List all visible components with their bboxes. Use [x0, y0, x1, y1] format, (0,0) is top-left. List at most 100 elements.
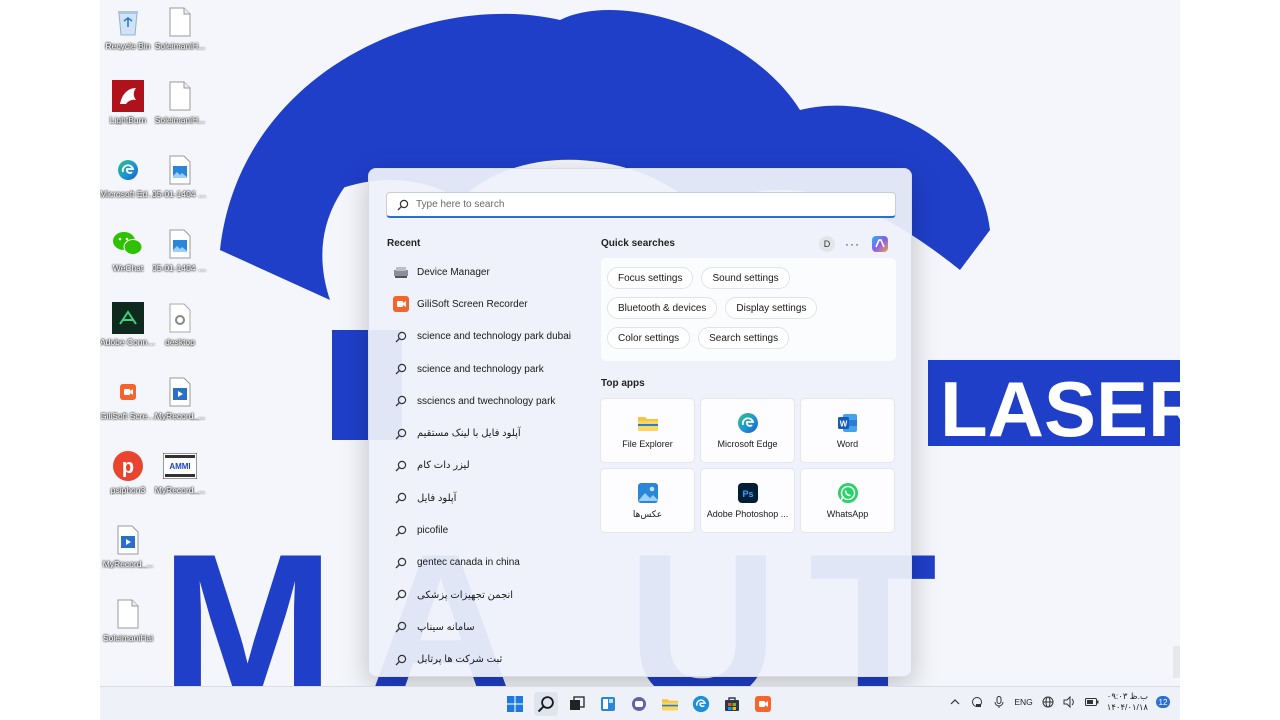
desktop-icon[interactable]: GiliSoft Screen ... [100, 375, 156, 421]
top-app-tile[interactable]: Ps Adobe Photoshop ... [700, 468, 795, 533]
psiphon-icon: p [111, 449, 145, 483]
top-app-label: Microsoft Edge [717, 439, 778, 449]
recent-item-label: science and technology park [417, 363, 544, 375]
taskbar-search-button[interactable] [534, 692, 558, 716]
desktop-icon[interactable]: AMMI MyRecord_... [152, 449, 208, 495]
task-view-icon [569, 696, 585, 712]
desktop-icon[interactable]: Microsoft Edge [100, 153, 156, 199]
desktop-icon[interactable]: SoleimaniH... [152, 79, 208, 125]
desktop-icon[interactable]: Adobe Connect [100, 301, 156, 347]
desktop-icon[interactable]: WeChat [100, 227, 156, 273]
taskbar-file-explorer-button[interactable] [658, 692, 682, 716]
recent-item-label: picofile [417, 525, 449, 537]
clock[interactable]: ۰۹:۰۳ ب.ظ ۱۴۰۴/۰۱/۱۸ [1107, 691, 1148, 713]
taskbar-edge-button[interactable] [689, 692, 713, 716]
quick-search-chip[interactable]: Bluetooth & devices [607, 297, 718, 319]
top-app-label: File Explorer [622, 439, 673, 449]
top-app-tile[interactable]: WhatsApp [800, 468, 895, 533]
language-indicator[interactable]: ENG [1014, 697, 1032, 707]
quick-search-chip[interactable]: Display settings [725, 297, 818, 319]
top-app-tile[interactable]: File Explorer [600, 398, 695, 463]
gilisoft-icon [755, 696, 771, 712]
desktop-icon-label: Adobe Connect [100, 337, 156, 347]
desktop-icon[interactable]: MyRecord_... [100, 523, 156, 569]
recent-item[interactable]: science and technology park dubai [387, 321, 582, 353]
recent-title: Recent [387, 238, 421, 249]
top-app-label: WhatsApp [826, 509, 869, 519]
copilot-icon[interactable] [870, 234, 890, 254]
chevron-up-icon[interactable] [948, 695, 962, 709]
desktop-icon-label: SoleimaniH... [154, 115, 206, 125]
recent-item[interactable]: سامانه سیناپ [387, 611, 582, 643]
desktop-icon[interactable]: تصویر واتساپ 1404-01-05 ... [152, 153, 208, 199]
search-icon [393, 619, 409, 635]
taskbar-task-view-button[interactable] [565, 692, 589, 716]
recent-item[interactable]: لیزر دات کام [387, 450, 582, 482]
whatsapp-icon [837, 482, 859, 504]
recent-item-label: انجمن تجهیزات پزشکی [417, 589, 514, 601]
desktop-icon-label: LightBurn [109, 115, 147, 125]
recent-item[interactable]: GiliSoft Screen Recorder [387, 288, 582, 320]
recent-item[interactable]: gentec canada in china [387, 547, 582, 579]
recent-item[interactable]: آپلود فایل با لینک مستقیم [387, 417, 582, 449]
quick-search-chip[interactable]: Search settings [698, 327, 790, 349]
quick-searches-panel: Focus settings Sound settings Bluetooth & … [601, 258, 896, 361]
clock-date: ۱۴۰۴/۰۱/۱۸ [1106, 702, 1148, 712]
speaker-icon[interactable] [1063, 695, 1077, 709]
start-search-box[interactable] [386, 192, 896, 218]
search-icon [537, 695, 555, 713]
network-tray-icon[interactable] [970, 695, 984, 709]
edge-icon [111, 153, 145, 187]
store-icon [724, 696, 740, 712]
top-app-tile[interactable]: Microsoft Edge [700, 398, 795, 463]
taskbar-start-button[interactable] [503, 692, 527, 716]
desktop-icon-label: تصویر واتساپ 1404-01-05 ... [152, 189, 208, 199]
microphone-icon[interactable] [992, 695, 1006, 709]
recent-item-label: science and technology park dubai [417, 331, 571, 343]
more-options-button[interactable]: ··· [845, 237, 860, 251]
desktop-icon-label: WeChat [112, 263, 144, 273]
quick-search-chip[interactable]: Focus settings [607, 267, 694, 289]
search-input[interactable] [416, 199, 856, 210]
desktop-icon-label: تصویر واتساپ 1404-01-05 ... [152, 263, 208, 273]
taskbar-widgets-button[interactable] [596, 692, 620, 716]
quick-search-chip[interactable]: Color settings [607, 327, 691, 349]
battery-icon[interactable] [1084, 695, 1099, 709]
search-icon [393, 458, 409, 474]
teams-icon [631, 696, 647, 712]
search-icon [393, 426, 409, 442]
desktop-icon[interactable]: desktop [152, 301, 208, 347]
top-app-tile[interactable]: عکس‌ها [600, 468, 695, 533]
quick-searches-actions: D ··· [819, 234, 890, 254]
desktop-icon-label: psiphon3 [110, 485, 146, 495]
recent-list: Device Manager GiliSoft Screen Recorder … [387, 256, 582, 676]
taskbar-gilisoft-button[interactable] [751, 692, 775, 716]
notification-badge[interactable]: 12 [1156, 696, 1170, 708]
search-icon [393, 587, 409, 603]
quick-search-chip[interactable]: Sound settings [701, 267, 790, 289]
desktop-icon[interactable]: SoleimaniH... [152, 5, 208, 51]
desktop-icon[interactable]: SoleimaniHai [100, 597, 156, 643]
taskbar-store-button[interactable] [720, 692, 744, 716]
recent-item[interactable]: آپلود فایل [387, 482, 582, 514]
svg-text:p: p [122, 456, 134, 478]
recent-item[interactable]: picofile [387, 514, 582, 546]
desktop-icon[interactable]: Recycle Bin [100, 5, 156, 51]
taskbar-teams-button[interactable] [627, 692, 651, 716]
top-app-tile[interactable]: W Word [800, 398, 895, 463]
clock-time: ۰۹:۰۳ ب.ظ [1106, 691, 1148, 701]
recent-item[interactable]: ثبت شرکت ها پرتابل [387, 644, 582, 676]
chip-row: Bluetooth & devices Display settings [607, 297, 890, 319]
desktop-icon[interactable]: p psiphon3 [100, 449, 156, 495]
desktop-icon[interactable]: MyRecord_... [152, 375, 208, 421]
recent-item[interactable]: ssciencs and twechnology park [387, 385, 582, 417]
desktop-icon[interactable]: LightBurn [100, 79, 156, 125]
recent-item[interactable]: Device Manager [387, 256, 582, 288]
avatar[interactable]: D [819, 236, 835, 252]
globe-icon[interactable] [1041, 695, 1055, 709]
desktop-icon[interactable]: تصویر واتساپ 1404-01-05 ... [152, 227, 208, 273]
desktop-icon-label: desktop [165, 337, 195, 347]
recent-item[interactable]: science and technology park [387, 353, 582, 385]
recent-item[interactable]: انجمن تجهیزات پزشکی [387, 579, 582, 611]
device-manager-icon [393, 264, 409, 280]
